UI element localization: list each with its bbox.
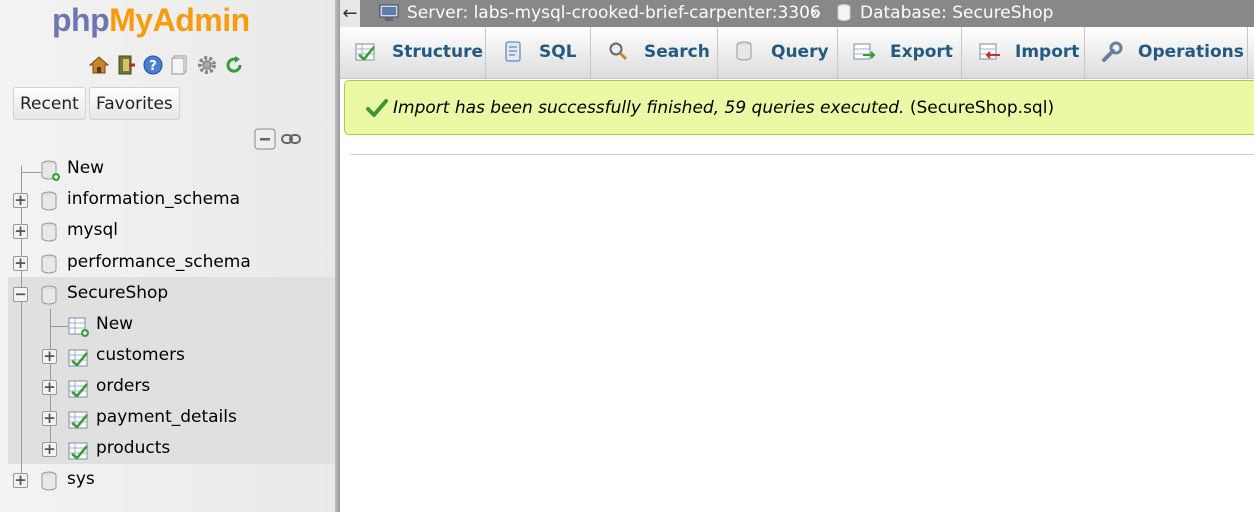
tab-export[interactable]: Export bbox=[838, 27, 962, 78]
check-icon bbox=[366, 98, 388, 123]
link-with-main-panel-icon[interactable] bbox=[280, 128, 302, 155]
tree-item-new-table[interactable]: New bbox=[0, 310, 335, 341]
expand-icon[interactable]: + bbox=[13, 473, 28, 488]
home-icon[interactable] bbox=[88, 54, 110, 76]
database-icon bbox=[41, 254, 59, 281]
operations-icon bbox=[1101, 41, 1123, 68]
tab-structure[interactable]: Structure bbox=[340, 27, 486, 78]
import-icon bbox=[979, 41, 1003, 68]
tab-label: Query bbox=[771, 42, 829, 62]
tree-item-label: products bbox=[96, 438, 171, 458]
breadcrumb-bar: ← Server: labs-mysql-crooked-brief-carpe… bbox=[340, 0, 1254, 27]
tree-item-new-database[interactable]: New bbox=[0, 154, 335, 185]
help-icon[interactable]: ? bbox=[142, 54, 164, 76]
database-icon bbox=[41, 222, 59, 249]
tree-item-mysql[interactable]: + mysql bbox=[0, 216, 335, 247]
tab-label: Operations bbox=[1138, 42, 1244, 62]
tree-item-label: orders bbox=[96, 376, 151, 396]
tree-item-label: performance_schema bbox=[67, 252, 251, 272]
tab-operations[interactable]: Operations bbox=[1085, 27, 1248, 78]
tree-item-label: New bbox=[96, 314, 134, 334]
collapse-icon[interactable]: − bbox=[13, 287, 28, 302]
tree-item-sys[interactable]: + sys bbox=[0, 465, 335, 496]
tree-item-table-payment-details[interactable]: + payment_details bbox=[0, 403, 335, 434]
database-icon bbox=[41, 285, 59, 312]
table-icon bbox=[68, 440, 90, 467]
svg-text:?: ? bbox=[149, 59, 157, 74]
tree-item-label: customers bbox=[96, 345, 185, 365]
tree-item-table-customers[interactable]: + customers bbox=[0, 341, 335, 372]
table-icon bbox=[68, 378, 90, 405]
expand-icon[interactable]: + bbox=[13, 256, 28, 271]
tab-search[interactable]: Search bbox=[591, 27, 718, 78]
tree-tools bbox=[254, 128, 302, 155]
tree-item-table-orders[interactable]: + orders bbox=[0, 372, 335, 403]
tab-import[interactable]: Import bbox=[962, 27, 1085, 78]
success-message: Import has been successfully finished, 5… bbox=[344, 80, 1254, 135]
tree-item-label: information_schema bbox=[67, 189, 241, 209]
main-tabs: Structure SQL Search Query Export Import bbox=[340, 27, 1254, 79]
tree-item-secureshop[interactable]: − SecureShop bbox=[0, 279, 335, 310]
new-table-icon bbox=[68, 316, 90, 343]
tree-item-label: sys bbox=[67, 469, 95, 489]
tab-label: SQL bbox=[539, 42, 577, 62]
table-icon bbox=[68, 409, 90, 436]
phpmyadmin-logo[interactable]: phpMyAdmin bbox=[52, 2, 250, 39]
tree-item-performance-schema[interactable]: + performance_schema bbox=[0, 248, 335, 279]
search-icon bbox=[608, 41, 630, 68]
docs-icon[interactable] bbox=[169, 54, 191, 76]
tab-sql[interactable]: SQL bbox=[486, 27, 591, 78]
export-icon bbox=[853, 41, 877, 68]
tree-item-label: mysql bbox=[67, 220, 118, 240]
navigation-panel: phpMyAdmin ? Recent Favorites New + info… bbox=[0, 0, 335, 512]
tab-label: Import bbox=[1015, 42, 1080, 62]
collapse-nav-button[interactable]: ← bbox=[340, 0, 360, 27]
tab-label: Structure bbox=[392, 42, 484, 62]
tree-item-label: SecureShop bbox=[67, 283, 169, 303]
sql-icon bbox=[502, 41, 524, 68]
divider bbox=[351, 154, 1254, 155]
tree-item-label: payment_details bbox=[96, 407, 237, 427]
tree-item-information-schema[interactable]: + information_schema bbox=[0, 185, 335, 216]
reload-icon[interactable] bbox=[223, 54, 245, 76]
collapse-all-icon[interactable] bbox=[254, 128, 276, 155]
expand-icon[interactable]: + bbox=[13, 193, 28, 208]
nav-icon-bar: ? bbox=[88, 54, 245, 76]
server-icon bbox=[379, 3, 401, 28]
query-icon bbox=[736, 41, 754, 68]
tree-item-table-products[interactable]: + products bbox=[0, 434, 335, 465]
logout-icon[interactable] bbox=[115, 54, 137, 76]
tree-item-label: New bbox=[67, 158, 105, 178]
expand-icon[interactable]: + bbox=[13, 224, 28, 239]
breadcrumb-server[interactable]: Server: labs-mysql-crooked-brief-carpent… bbox=[407, 3, 821, 23]
database-icon bbox=[41, 191, 59, 218]
expand-icon[interactable]: + bbox=[42, 411, 57, 426]
tab-label: Export bbox=[890, 42, 953, 62]
database-icon bbox=[41, 471, 59, 498]
table-icon bbox=[68, 347, 90, 374]
recent-button[interactable]: Recent bbox=[13, 87, 86, 120]
expand-icon[interactable]: + bbox=[42, 442, 57, 457]
structure-icon bbox=[355, 41, 377, 68]
imported-file-name: (SecureShop.sql) bbox=[909, 98, 1055, 118]
settings-icon[interactable] bbox=[196, 54, 218, 76]
favorites-button[interactable]: Favorites bbox=[89, 87, 180, 120]
breadcrumb-database[interactable]: Database: SecureShop bbox=[860, 3, 1053, 23]
tab-query[interactable]: Query bbox=[718, 27, 838, 78]
tab-label: Search bbox=[644, 42, 710, 62]
database-icon bbox=[836, 3, 852, 28]
success-text: Import has been successfully finished, 5… bbox=[393, 98, 1054, 118]
new-database-icon bbox=[41, 160, 61, 187]
expand-icon[interactable]: + bbox=[42, 380, 57, 395]
breadcrumb-separator: » bbox=[811, 3, 822, 23]
success-text-main: Import has been successfully finished, 5… bbox=[393, 98, 905, 118]
expand-icon[interactable]: + bbox=[42, 349, 57, 364]
